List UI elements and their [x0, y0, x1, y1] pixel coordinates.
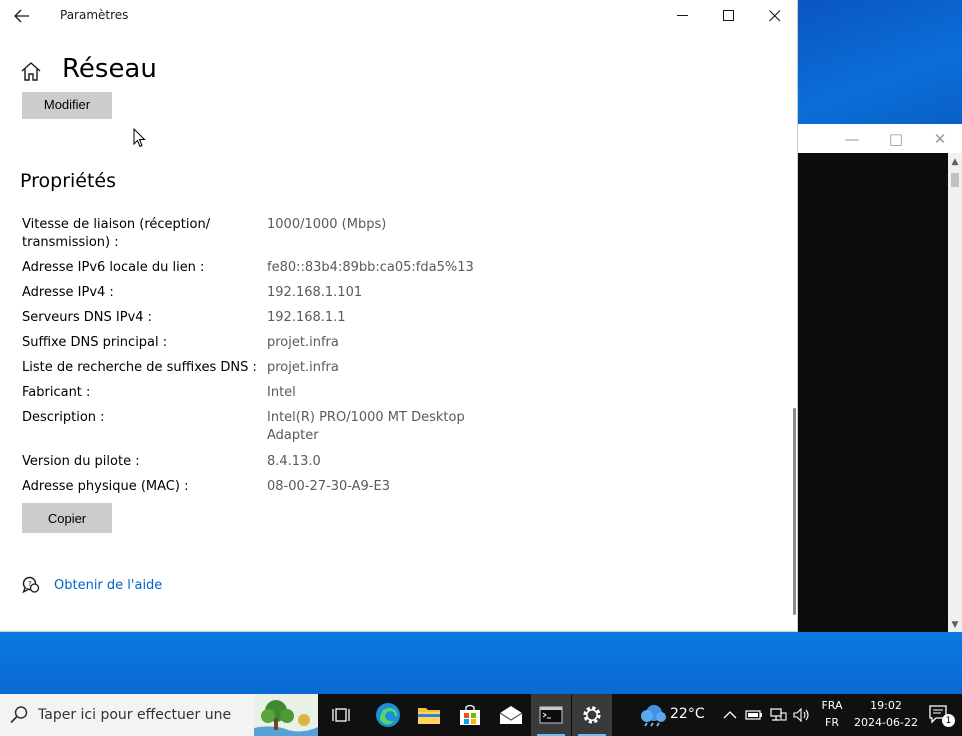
- scroll-up-icon[interactable]: ▲: [948, 155, 962, 169]
- console-close-icon[interactable]: ✕: [918, 124, 962, 153]
- property-value: projet.infra: [267, 335, 339, 350]
- property-row-link-speed: Vitesse de liaison (réception/ transmiss…: [22, 216, 502, 252]
- back-arrow-icon[interactable]: [4, 0, 40, 32]
- console-scrollbar[interactable]: ▲ ▼: [948, 153, 962, 632]
- console-maximize-icon[interactable]: □: [874, 124, 918, 153]
- property-label: Description :: [22, 410, 105, 425]
- property-value: 8.4.13.0: [267, 454, 321, 469]
- app-title: Paramètres: [60, 8, 129, 22]
- property-value: Intel(R) PRO/1000 MT Desktop Adapter: [267, 410, 465, 443]
- property-row-manufacturer: Fabricant : Intel: [22, 384, 502, 402]
- property-value: Intel: [267, 385, 296, 400]
- property-row-description: Description : Intel(R) PRO/1000 MT Deskt…: [22, 409, 502, 445]
- mouse-pointer-icon: [133, 127, 146, 148]
- property-value: fe80::83b4:89bb:ca05:fda5%13: [267, 260, 474, 275]
- chevron-up-icon[interactable]: [721, 706, 739, 724]
- system-clock[interactable]: 19:02 2024-06-22: [852, 697, 920, 731]
- property-value: projet.infra: [267, 360, 339, 375]
- edge-icon[interactable]: [368, 694, 408, 736]
- property-row-dns-suffix: Suffixe DNS principal : projet.infra: [22, 334, 502, 352]
- property-row-driver-version: Version du pilote : 8.4.13.0: [22, 453, 502, 471]
- minimize-icon[interactable]: [660, 0, 706, 32]
- network-icon[interactable]: [769, 706, 787, 724]
- property-row-mac-address: Adresse physique (MAC) : 08-00-27-30-A9-…: [22, 478, 502, 496]
- weather-icon[interactable]: [634, 694, 674, 736]
- keyboard-layout-code: FR: [825, 716, 839, 729]
- volume-icon[interactable]: [793, 706, 811, 724]
- taskbar: Taper ici pour effectuer une 22°C FRA FR…: [0, 694, 962, 736]
- console-window[interactable]: — □ ✕ ▲ ▼: [798, 124, 962, 632]
- weather-temperature[interactable]: 22°C: [670, 706, 705, 722]
- property-value: 192.168.1.1: [267, 310, 346, 325]
- language-code: FRA: [821, 699, 843, 712]
- help-chat-icon[interactable]: ?: [22, 576, 40, 594]
- console-minimize-icon[interactable]: —: [830, 124, 874, 153]
- clock-time: 19:02: [870, 699, 902, 712]
- property-label: Vitesse de liaison (réception/ transmiss…: [22, 217, 211, 250]
- property-value: 1000/1000 (Mbps): [267, 217, 387, 232]
- settings-titlebar[interactable]: Paramètres: [0, 0, 798, 32]
- search-highlight-art-icon: [254, 694, 318, 736]
- task-view-icon[interactable]: [321, 694, 361, 736]
- desktop-wallpaper-streak: [798, 0, 962, 124]
- scroll-down-icon[interactable]: ▼: [948, 618, 962, 632]
- property-label: Fabricant :: [22, 385, 91, 400]
- console-titlebar[interactable]: — □ ✕: [798, 124, 962, 153]
- property-row-dns-search-list: Liste de recherche de suffixes DNS : pro…: [22, 359, 502, 377]
- section-title-properties: Propriétés: [20, 170, 117, 192]
- modify-button[interactable]: Modifier: [22, 92, 112, 119]
- property-label: Version du pilote :: [22, 454, 140, 469]
- terminal-icon[interactable]: [531, 694, 571, 736]
- settings-icon[interactable]: [572, 694, 612, 736]
- settings-window: Paramètres Réseau Modifier Propriétés Vi…: [0, 0, 798, 632]
- property-label: Adresse IPv4 :: [22, 285, 114, 300]
- settings-scrollbar[interactable]: [793, 408, 796, 615]
- help-link[interactable]: Obtenir de l'aide: [54, 578, 162, 593]
- property-label: Adresse IPv6 locale du lien :: [22, 260, 205, 275]
- property-label: Suffixe DNS principal :: [22, 335, 168, 350]
- console-scroll-thumb[interactable]: [951, 173, 959, 187]
- property-label: Liste de recherche de suffixes DNS :: [22, 360, 257, 375]
- clock-date: 2024-06-22: [854, 716, 918, 729]
- property-value: 08-00-27-30-A9-E3: [267, 479, 390, 494]
- battery-icon[interactable]: [745, 706, 763, 724]
- property-row-dns-servers: Serveurs DNS IPv4 : 192.168.1.1: [22, 309, 502, 327]
- copy-button[interactable]: Copier: [22, 503, 112, 533]
- maximize-icon[interactable]: [706, 0, 752, 32]
- help-link-row[interactable]: ? Obtenir de l'aide: [22, 576, 162, 594]
- taskbar-search[interactable]: Taper ici pour effectuer une: [0, 694, 318, 736]
- property-value: 192.168.1.101: [267, 285, 363, 300]
- home-icon[interactable]: [20, 60, 44, 84]
- property-row-ipv6: Adresse IPv6 locale du lien : fe80::83b4…: [22, 259, 502, 277]
- input-language-indicator[interactable]: FRA FR: [820, 697, 844, 731]
- property-label: Serveurs DNS IPv4 :: [22, 310, 153, 325]
- search-icon: [9, 705, 29, 725]
- property-label: Adresse physique (MAC) :: [22, 479, 189, 494]
- store-icon[interactable]: [450, 694, 490, 736]
- file-explorer-icon[interactable]: [409, 694, 449, 736]
- search-input[interactable]: Taper ici pour effectuer une: [38, 707, 231, 723]
- close-icon[interactable]: [752, 0, 798, 32]
- notification-count-badge: 1: [942, 714, 955, 727]
- property-row-ipv4: Adresse IPv4 : 192.168.1.101: [22, 284, 502, 302]
- svg-text:?: ?: [28, 580, 32, 588]
- page-title: Réseau: [62, 54, 157, 84]
- desktop-wallpaper-bottom: [0, 632, 962, 694]
- mail-icon[interactable]: [491, 694, 531, 736]
